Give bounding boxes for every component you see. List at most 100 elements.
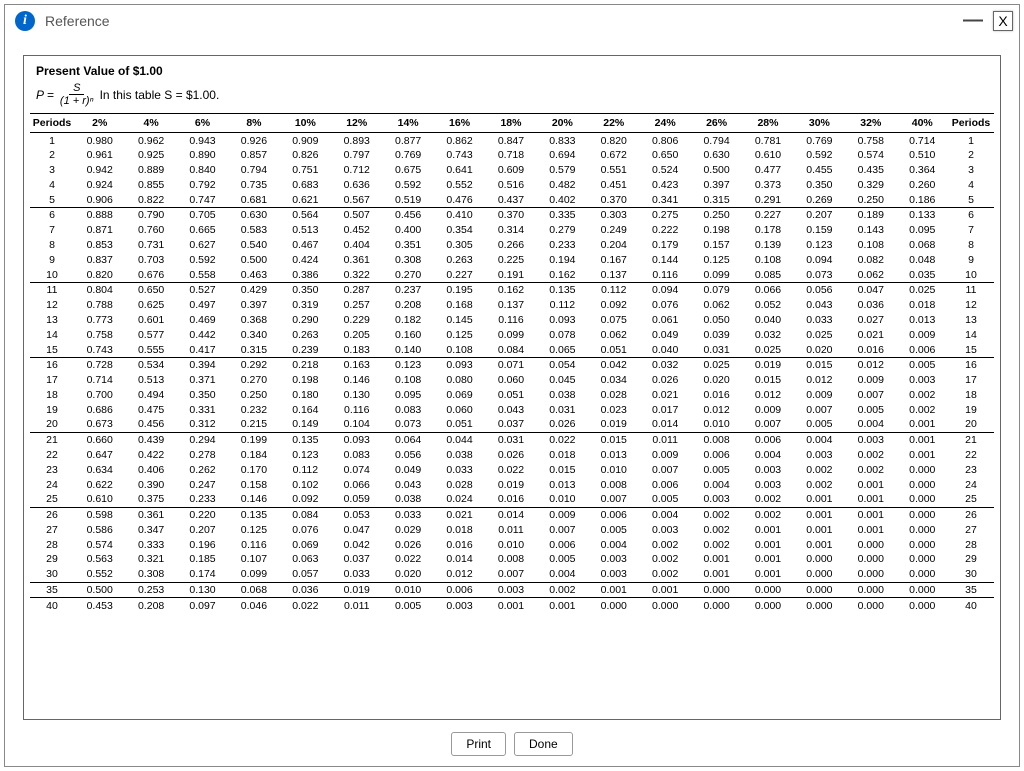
value-cell: 0.102 <box>280 477 331 492</box>
value-cell: 0.455 <box>794 163 845 178</box>
value-cell: 0.208 <box>382 298 433 313</box>
value-cell: 0.069 <box>280 537 331 552</box>
value-cell: 0.718 <box>485 148 536 163</box>
value-cell: 0.494 <box>125 387 176 402</box>
period-cell: 2 <box>948 148 994 163</box>
value-cell: 0.002 <box>742 507 793 522</box>
close-button[interactable]: X <box>993 11 1013 31</box>
value-cell: 0.116 <box>331 402 382 417</box>
value-cell: 0.004 <box>639 507 690 522</box>
page-title: Reference <box>45 13 110 29</box>
value-cell: 0.980 <box>74 133 125 148</box>
value-cell: 0.027 <box>845 313 896 328</box>
value-cell: 0.008 <box>691 432 742 447</box>
value-cell: 0.714 <box>74 373 125 388</box>
value-cell: 0.005 <box>691 462 742 477</box>
value-cell: 0.000 <box>897 523 949 538</box>
value-cell: 0.010 <box>588 462 639 477</box>
value-cell: 0.069 <box>434 387 485 402</box>
value-cell: 0.000 <box>794 567 845 582</box>
value-cell: 0.794 <box>228 163 279 178</box>
value-cell: 0.558 <box>177 267 228 282</box>
value-cell: 0.005 <box>897 357 949 372</box>
value-cell: 0.237 <box>382 283 433 298</box>
value-cell: 0.482 <box>537 178 588 193</box>
value-cell: 0.125 <box>228 523 279 538</box>
value-cell: 0.000 <box>897 492 949 507</box>
value-cell: 0.001 <box>845 507 896 522</box>
value-cell: 0.047 <box>845 283 896 298</box>
value-cell: 0.028 <box>588 387 639 402</box>
value-cell: 0.049 <box>639 327 690 342</box>
value-cell: 0.001 <box>794 537 845 552</box>
value-cell: 0.026 <box>537 417 588 432</box>
value-cell: 0.050 <box>691 313 742 328</box>
period-cell: 12 <box>948 298 994 313</box>
value-cell: 0.031 <box>485 432 536 447</box>
col-rate-2: 6% <box>177 114 228 133</box>
value-cell: 0.463 <box>228 267 279 282</box>
value-cell: 0.574 <box>845 148 896 163</box>
value-cell: 0.038 <box>537 387 588 402</box>
value-cell: 0.116 <box>639 267 690 282</box>
print-button[interactable]: Print <box>451 732 506 756</box>
period-cell: 17 <box>30 373 74 388</box>
value-cell: 0.262 <box>177 462 228 477</box>
value-cell: 0.269 <box>794 192 845 207</box>
value-cell: 0.146 <box>228 492 279 507</box>
value-cell: 0.079 <box>691 283 742 298</box>
period-cell: 4 <box>948 178 994 193</box>
value-cell: 0.022 <box>280 598 331 613</box>
value-cell: 0.015 <box>537 462 588 477</box>
value-cell: 0.404 <box>331 238 382 253</box>
table-header: Periods2%4%6%8%10%12%14%16%18%20%22%24%2… <box>30 114 994 133</box>
period-cell: 40 <box>30 598 74 613</box>
value-cell: 0.278 <box>177 448 228 463</box>
value-cell: 0.157 <box>691 238 742 253</box>
col-rate-15: 32% <box>845 114 896 133</box>
value-cell: 0.092 <box>280 492 331 507</box>
value-cell: 0.000 <box>845 598 896 613</box>
value-cell: 0.700 <box>74 387 125 402</box>
value-cell: 0.728 <box>74 357 125 372</box>
table-title: Present Value of $1.00 <box>30 60 994 80</box>
period-cell: 22 <box>948 448 994 463</box>
col-rate-0: 2% <box>74 114 125 133</box>
value-cell: 0.137 <box>588 267 639 282</box>
value-cell: 0.066 <box>331 477 382 492</box>
value-cell: 0.158 <box>228 477 279 492</box>
value-cell: 0.909 <box>280 133 331 148</box>
value-cell: 0.043 <box>485 402 536 417</box>
value-cell: 0.108 <box>434 342 485 357</box>
value-cell: 0.820 <box>74 267 125 282</box>
value-cell: 0.000 <box>742 598 793 613</box>
value-cell: 0.028 <box>434 477 485 492</box>
value-cell: 0.003 <box>742 462 793 477</box>
value-cell: 0.889 <box>125 163 176 178</box>
value-cell: 0.250 <box>845 192 896 207</box>
value-cell: 0.350 <box>794 178 845 193</box>
value-cell: 0.840 <box>177 163 228 178</box>
value-cell: 0.007 <box>845 387 896 402</box>
value-cell: 0.001 <box>845 477 896 492</box>
minimize-button[interactable]: — <box>959 9 987 32</box>
value-cell: 0.000 <box>845 537 896 552</box>
value-cell: 0.014 <box>485 507 536 522</box>
value-cell: 0.018 <box>897 298 949 313</box>
value-cell: 0.000 <box>897 598 949 613</box>
period-cell: 17 <box>948 373 994 388</box>
value-cell: 0.641 <box>434 163 485 178</box>
table-row: 190.6860.4750.3310.2320.1640.1160.0830.0… <box>30 402 994 417</box>
value-cell: 0.037 <box>485 417 536 432</box>
table-row: 150.7430.5550.4170.3150.2390.1830.1400.1… <box>30 342 994 357</box>
done-button[interactable]: Done <box>514 732 573 756</box>
value-cell: 0.314 <box>485 223 536 238</box>
table-row: 20.9610.9250.8900.8570.8260.7970.7690.74… <box>30 148 994 163</box>
period-cell: 10 <box>30 267 74 282</box>
period-cell: 19 <box>30 402 74 417</box>
value-cell: 0.048 <box>897 252 949 267</box>
value-cell: 0.108 <box>382 373 433 388</box>
value-cell: 0.189 <box>845 208 896 223</box>
value-cell: 0.009 <box>845 373 896 388</box>
value-cell: 0.000 <box>794 598 845 613</box>
